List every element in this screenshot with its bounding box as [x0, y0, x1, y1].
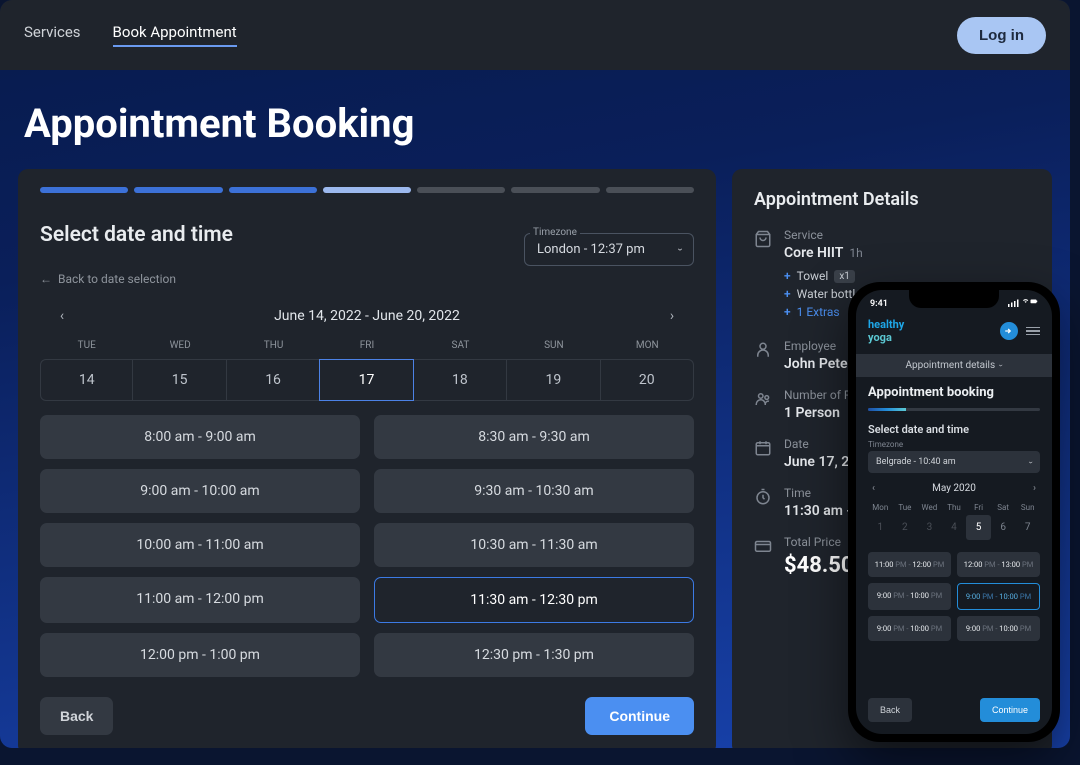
- menu-icon[interactable]: [1026, 327, 1040, 336]
- phone-subtitle: Select date and time: [868, 423, 1040, 436]
- time-slot[interactable]: 9:00 am - 10:00 am: [40, 469, 360, 513]
- details-title: Appointment Details: [754, 189, 1030, 210]
- user-icon: [754, 341, 772, 359]
- bag-icon: [754, 230, 772, 248]
- cal-range: June 14, 2022 - June 20, 2022: [274, 308, 460, 324]
- chevron-down-icon: ›: [997, 364, 1006, 366]
- cal-dow: SAT: [414, 332, 507, 359]
- clock-icon: [754, 488, 772, 506]
- phone-cal-day[interactable]: 2: [893, 515, 918, 540]
- cal-prev[interactable]: ‹: [52, 308, 72, 324]
- cal-day[interactable]: 16: [226, 359, 320, 401]
- phone-details-collapse[interactable]: Appointment details ›: [856, 354, 1052, 377]
- phone-logo: healthyyoga: [868, 318, 904, 344]
- phone-time: 9:41: [870, 299, 888, 309]
- continue-button[interactable]: Continue: [585, 697, 694, 735]
- time-slot[interactable]: 9:30 am - 10:30 am: [374, 469, 694, 513]
- back-button[interactable]: Back: [40, 697, 113, 735]
- phone-cal-dow: Sun: [1015, 500, 1040, 515]
- nav-services[interactable]: Services: [24, 23, 81, 47]
- phone-cal-day[interactable]: 6: [991, 515, 1016, 540]
- phone-time-slot[interactable]: 9:00 PM - 10:00 PM: [868, 583, 951, 610]
- phone-cal-prev[interactable]: ‹: [872, 483, 875, 494]
- phone-cal-day[interactable]: 4: [942, 515, 967, 540]
- phone-cal-dow: Tue: [893, 500, 918, 515]
- cal-dow: THU: [227, 332, 320, 359]
- phone-timezone-select[interactable]: Belgrade - 10:40 am ›: [868, 451, 1040, 473]
- phone-cal-day[interactable]: 5: [966, 515, 991, 540]
- progress-bar: [40, 187, 694, 193]
- cal-day[interactable]: 18: [413, 359, 507, 401]
- cal-day[interactable]: 19: [506, 359, 600, 401]
- phone-progress: [868, 408, 1040, 411]
- time-slot[interactable]: 10:30 am - 11:30 am: [374, 523, 694, 567]
- chevron-down-icon: ›: [674, 248, 685, 251]
- select-date-title: Select date and time: [40, 223, 233, 247]
- phone-cal-dow: Wed: [917, 500, 942, 515]
- time-slot[interactable]: 12:00 pm - 1:00 pm: [40, 633, 360, 677]
- time-slot[interactable]: 11:30 am - 12:30 pm: [374, 577, 694, 623]
- phone-cal-day[interactable]: 3: [917, 515, 942, 540]
- top-nav: Services Book Appointment Log in: [0, 0, 1070, 70]
- phone-time-slot[interactable]: 11:00 PM - 12:00 PM: [868, 552, 951, 577]
- time-slot[interactable]: 10:00 am - 11:00 am: [40, 523, 360, 567]
- phone-mockup: 9:41 healthyyoga Appointment details › A…: [848, 282, 1060, 742]
- booking-panel: Select date and time Timezone London - 1…: [18, 169, 716, 748]
- phone-title: Appointment booking: [868, 385, 1040, 400]
- extra-item: + Towel x1: [784, 269, 1030, 283]
- phone-back-button[interactable]: Back: [868, 698, 912, 722]
- people-icon: [754, 390, 772, 408]
- timezone-label: Timezone: [530, 227, 580, 238]
- phone-cal-day[interactable]: 7: [1015, 515, 1040, 540]
- phone-continue-button[interactable]: Continue: [980, 698, 1040, 722]
- page-title: Appointment Booking: [0, 70, 1070, 169]
- cal-dow: TUE: [40, 332, 133, 359]
- card-icon: [754, 537, 772, 555]
- login-button[interactable]: Log in: [957, 17, 1046, 54]
- cal-day[interactable]: 15: [132, 359, 226, 401]
- phone-cal-day[interactable]: 1: [868, 515, 893, 540]
- cal-next[interactable]: ›: [662, 308, 682, 324]
- cal-dow: SUN: [507, 332, 600, 359]
- cal-day[interactable]: 17: [319, 359, 413, 401]
- calendar-icon: [754, 439, 772, 457]
- nav-book-appointment[interactable]: Book Appointment: [113, 23, 237, 47]
- time-slot[interactable]: 8:00 am - 9:00 am: [40, 415, 360, 459]
- cal-day[interactable]: 14: [40, 359, 133, 401]
- time-slot[interactable]: 11:00 am - 12:00 pm: [40, 577, 360, 623]
- chevron-down-icon: ›: [1026, 461, 1035, 463]
- phone-time-slot[interactable]: 9:00 PM - 10:00 PM: [868, 616, 951, 641]
- phone-cal-dow: Sat: [991, 500, 1016, 515]
- arrow-left-icon: ←: [40, 272, 52, 286]
- phone-time-slot[interactable]: 12:00 PM - 13:00 PM: [957, 552, 1040, 577]
- phone-cal-range: May 2020: [932, 483, 976, 494]
- phone-time-slot[interactable]: 9:00 PM - 10:00 PM: [957, 616, 1040, 641]
- phone-cal-dow: Thu: [942, 500, 967, 515]
- cal-day[interactable]: 20: [600, 359, 694, 401]
- time-slot[interactable]: 8:30 am - 9:30 am: [374, 415, 694, 459]
- status-icons: [1008, 298, 1038, 310]
- phone-cal-dow: Fri: [966, 500, 991, 515]
- phone-cal-next[interactable]: ›: [1033, 483, 1036, 494]
- back-to-date-link[interactable]: ← Back to date selection: [40, 272, 694, 286]
- time-slot[interactable]: 12:30 pm - 1:30 pm: [374, 633, 694, 677]
- phone-login-icon[interactable]: [1000, 322, 1018, 340]
- cal-dow: MON: [601, 332, 694, 359]
- cal-dow: WED: [133, 332, 226, 359]
- phone-time-slot[interactable]: 9:00 PM - 10:00 PM: [957, 583, 1040, 610]
- cal-dow: FRI: [320, 332, 413, 359]
- phone-cal-dow: Mon: [868, 500, 893, 515]
